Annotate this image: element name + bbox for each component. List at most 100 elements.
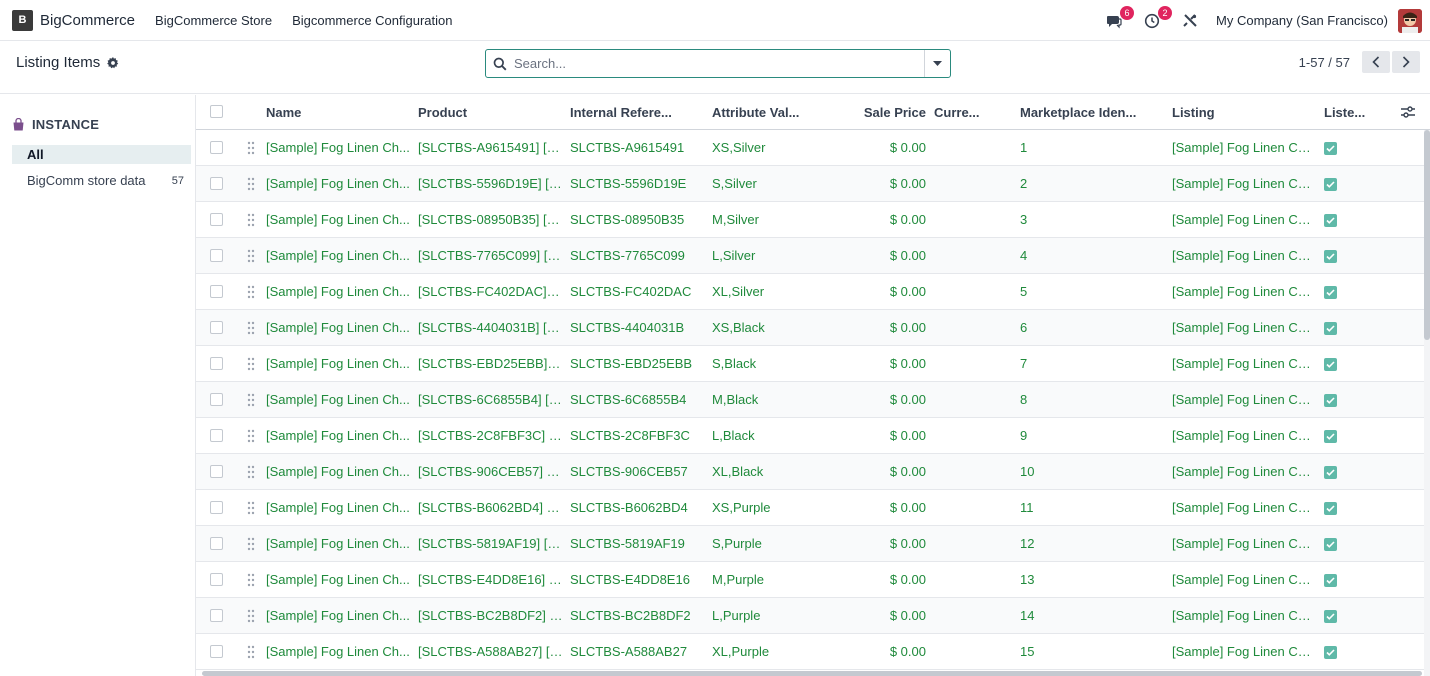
table-row[interactable]: [Sample] Fog Linen Ch... [SLCTBS-906CEB57… xyxy=(196,454,1424,490)
drag-handle-icon[interactable] xyxy=(247,141,255,155)
cell-listing[interactable]: [Sample] Fog Linen Ch... xyxy=(1172,526,1312,562)
messages-button[interactable]: 6 xyxy=(1102,5,1135,33)
menu-bigcommerce-configuration[interactable]: Bigcommerce Configuration xyxy=(292,13,452,28)
listed-checkbox[interactable] xyxy=(1324,646,1337,659)
pager-value[interactable]: 1-57 / 57 xyxy=(1299,55,1350,70)
cell-attribute-values[interactable]: XS,Silver xyxy=(712,130,852,166)
cell-internal-reference[interactable]: SLCTBS-FC402DAC xyxy=(570,274,705,310)
cell-sale-price[interactable]: $ 0.00 xyxy=(856,562,926,598)
table-row[interactable]: [Sample] Fog Linen Ch... [SLCTBS-B6062BD4… xyxy=(196,490,1424,526)
cell-marketplace-identifier[interactable]: 15 xyxy=(1020,634,1160,670)
column-attribute-values[interactable]: Attribute Val... xyxy=(712,95,852,130)
cell-attribute-values[interactable]: XS,Black xyxy=(712,310,852,346)
cell-marketplace-identifier[interactable]: 7 xyxy=(1020,346,1160,382)
drag-handle-icon[interactable] xyxy=(247,357,255,371)
activities-button[interactable]: 2 xyxy=(1140,5,1173,33)
cell-marketplace-identifier[interactable]: 3 xyxy=(1020,202,1160,238)
cell-attribute-values[interactable]: XL,Purple xyxy=(712,634,852,670)
listed-checkbox[interactable] xyxy=(1324,502,1337,515)
cell-marketplace-identifier[interactable]: 8 xyxy=(1020,382,1160,418)
drag-handle-icon[interactable] xyxy=(247,393,255,407)
cell-internal-reference[interactable]: SLCTBS-2C8FBF3C xyxy=(570,418,705,454)
cell-listing[interactable]: [Sample] Fog Linen Ch... xyxy=(1172,202,1312,238)
column-currency[interactable]: Curre... xyxy=(934,95,1014,130)
cell-listing[interactable]: [Sample] Fog Linen Ch... xyxy=(1172,130,1312,166)
cell-attribute-values[interactable]: S,Purple xyxy=(712,526,852,562)
column-marketplace-identifier[interactable]: Marketplace Iden... xyxy=(1020,95,1166,130)
cell-product[interactable]: [SLCTBS-2C8FBF3C] [S... xyxy=(418,418,563,454)
cell-name[interactable]: [Sample] Fog Linen Ch... xyxy=(266,274,411,310)
listed-checkbox[interactable] xyxy=(1324,394,1337,407)
cell-product[interactable]: [SLCTBS-E4DD8E16] [S... xyxy=(418,562,563,598)
search-input[interactable] xyxy=(514,50,924,77)
cell-attribute-values[interactable]: L,Silver xyxy=(712,238,852,274)
cell-product[interactable]: [SLCTBS-6C6855B4] [S... xyxy=(418,382,563,418)
drag-handle-icon[interactable] xyxy=(247,501,255,515)
cell-name[interactable]: [Sample] Fog Linen Ch... xyxy=(266,634,411,670)
cell-marketplace-identifier[interactable]: 2 xyxy=(1020,166,1160,202)
cell-marketplace-identifier[interactable]: 14 xyxy=(1020,598,1160,634)
user-avatar[interactable] xyxy=(1398,8,1422,33)
table-row[interactable]: [Sample] Fog Linen Ch... [SLCTBS-4404031B… xyxy=(196,310,1424,346)
cell-internal-reference[interactable]: SLCTBS-5596D19E xyxy=(570,166,705,202)
cell-attribute-values[interactable]: XL,Black xyxy=(712,454,852,490)
row-checkbox[interactable] xyxy=(210,429,223,442)
menu-bigcommerce-store[interactable]: BigCommerce Store xyxy=(155,13,272,28)
table-row[interactable]: [Sample] Fog Linen Ch... [SLCTBS-08950B35… xyxy=(196,202,1424,238)
row-checkbox[interactable] xyxy=(210,141,223,154)
cell-product[interactable]: [SLCTBS-7765C099] [S... xyxy=(418,238,563,274)
listed-checkbox[interactable] xyxy=(1324,214,1337,227)
cell-product[interactable]: [SLCTBS-A588AB27] [S... xyxy=(418,634,563,670)
cell-internal-reference[interactable]: SLCTBS-B6062BD4 xyxy=(570,490,705,526)
cell-name[interactable]: [Sample] Fog Linen Ch... xyxy=(266,238,411,274)
table-row[interactable]: [Sample] Fog Linen Ch... [SLCTBS-5819AF19… xyxy=(196,526,1424,562)
listed-checkbox[interactable] xyxy=(1324,322,1337,335)
table-row[interactable]: [Sample] Fog Linen Ch... [SLCTBS-2C8FBF3C… xyxy=(196,418,1424,454)
column-listing[interactable]: Listing xyxy=(1172,95,1312,130)
cell-marketplace-identifier[interactable]: 9 xyxy=(1020,418,1160,454)
drag-handle-icon[interactable] xyxy=(247,213,255,227)
listed-checkbox[interactable] xyxy=(1324,430,1337,443)
cell-internal-reference[interactable]: SLCTBS-4404031B xyxy=(570,310,705,346)
cell-product[interactable]: [SLCTBS-08950B35] [S... xyxy=(418,202,563,238)
cell-listing[interactable]: [Sample] Fog Linen Ch... xyxy=(1172,166,1312,202)
column-name[interactable]: Name xyxy=(266,95,411,130)
cell-product[interactable]: [SLCTBS-EBD25EBB] [S... xyxy=(418,346,563,382)
column-internal-reference[interactable]: Internal Refere... xyxy=(570,95,705,130)
drag-handle-icon[interactable] xyxy=(247,573,255,587)
cell-listing[interactable]: [Sample] Fog Linen Ch... xyxy=(1172,634,1312,670)
column-listed[interactable]: Liste... xyxy=(1324,95,1386,130)
cell-sale-price[interactable]: $ 0.00 xyxy=(856,166,926,202)
select-all-checkbox[interactable] xyxy=(210,105,223,118)
cell-sale-price[interactable]: $ 0.00 xyxy=(856,202,926,238)
cell-name[interactable]: [Sample] Fog Linen Ch... xyxy=(266,382,411,418)
drag-handle-icon[interactable] xyxy=(247,465,255,479)
column-sale-price[interactable]: Sale Price xyxy=(856,95,926,130)
optional-columns-toggle-icon[interactable] xyxy=(1401,106,1415,118)
cell-listing[interactable]: [Sample] Fog Linen Ch... xyxy=(1172,310,1312,346)
app-name[interactable]: BigCommerce xyxy=(40,12,135,29)
cell-name[interactable]: [Sample] Fog Linen Ch... xyxy=(266,562,411,598)
cell-internal-reference[interactable]: SLCTBS-7765C099 xyxy=(570,238,705,274)
cell-internal-reference[interactable]: SLCTBS-A9615491 xyxy=(570,130,705,166)
cell-product[interactable]: [SLCTBS-FC402DAC] [S... xyxy=(418,274,563,310)
row-checkbox[interactable] xyxy=(210,177,223,190)
cell-internal-reference[interactable]: SLCTBS-E4DD8E16 xyxy=(570,562,705,598)
table-row[interactable]: [Sample] Fog Linen Ch... [SLCTBS-BC2B8DF2… xyxy=(196,598,1424,634)
cell-sale-price[interactable]: $ 0.00 xyxy=(856,130,926,166)
filter-all[interactable]: All xyxy=(12,145,191,164)
row-checkbox[interactable] xyxy=(210,393,223,406)
row-checkbox[interactable] xyxy=(210,249,223,262)
cell-attribute-values[interactable]: XS,Purple xyxy=(712,490,852,526)
listed-checkbox[interactable] xyxy=(1324,142,1337,155)
cell-attribute-values[interactable]: L,Black xyxy=(712,418,852,454)
cell-name[interactable]: [Sample] Fog Linen Ch... xyxy=(266,490,411,526)
row-checkbox[interactable] xyxy=(210,285,223,298)
row-checkbox[interactable] xyxy=(210,465,223,478)
cell-listing[interactable]: [Sample] Fog Linen Ch... xyxy=(1172,598,1312,634)
listed-checkbox[interactable] xyxy=(1324,574,1337,587)
drag-handle-icon[interactable] xyxy=(247,321,255,335)
cell-sale-price[interactable]: $ 0.00 xyxy=(856,238,926,274)
drag-handle-icon[interactable] xyxy=(247,285,255,299)
pager-next-button[interactable] xyxy=(1392,51,1420,73)
